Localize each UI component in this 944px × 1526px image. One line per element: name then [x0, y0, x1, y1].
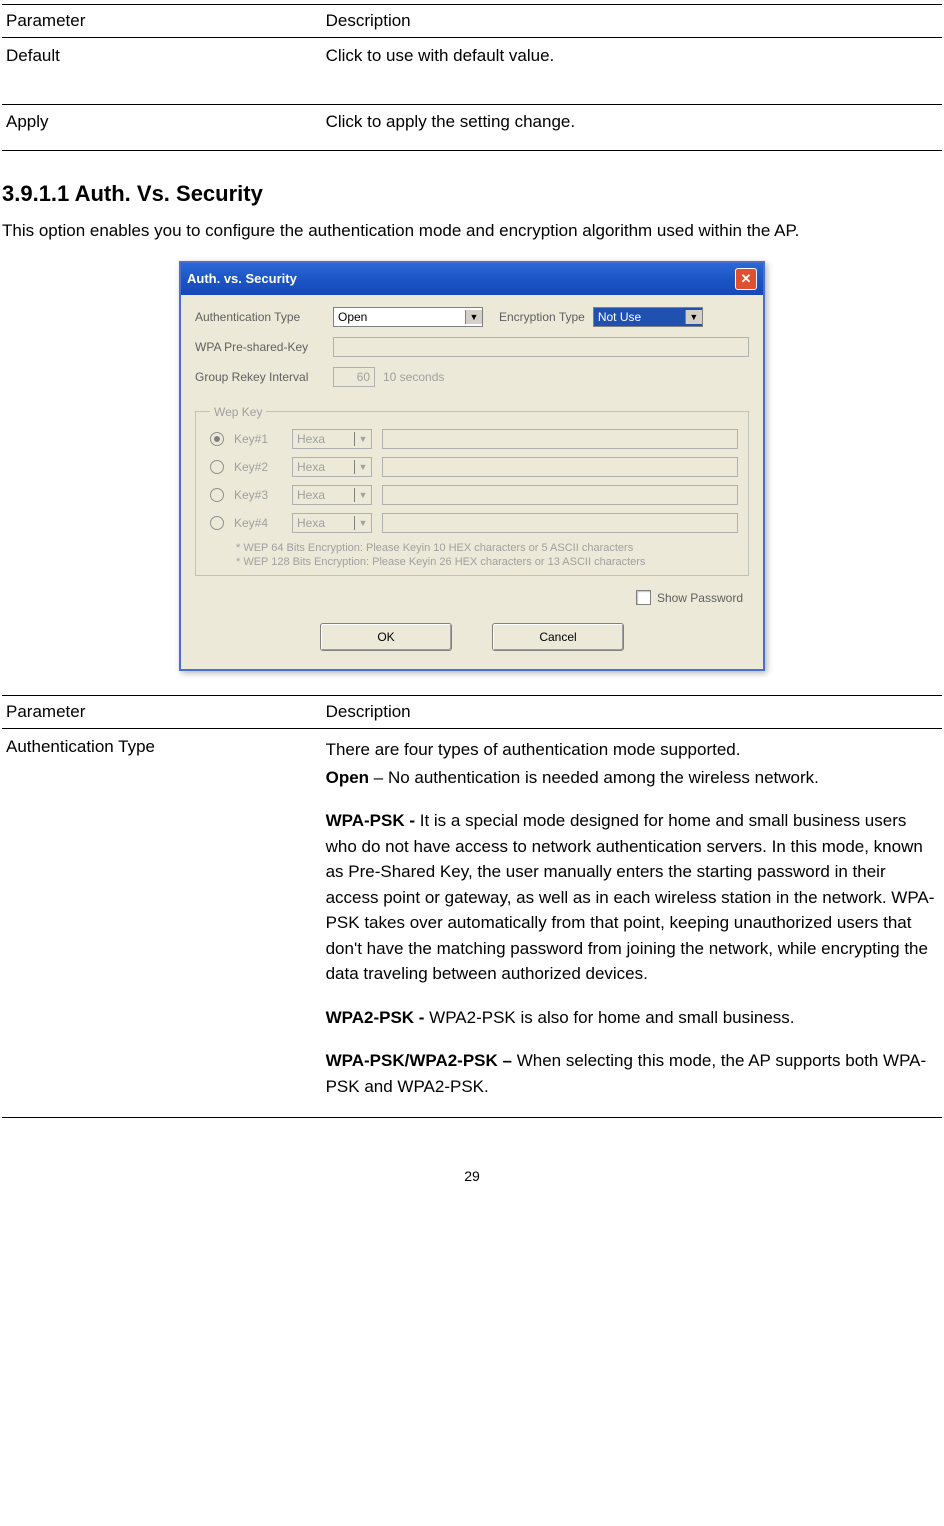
- chevron-down-icon: ▼: [354, 516, 371, 530]
- param-table-1b: Apply Click to apply the setting change.: [2, 104, 942, 151]
- psk-input[interactable]: [333, 337, 749, 357]
- table1-r1-c2: Click to apply the setting change.: [322, 104, 942, 151]
- wep-key-3[interactable]: [382, 485, 738, 505]
- auth-security-dialog: Auth. vs. Security ✕ Authentication Type…: [179, 261, 765, 672]
- chevron-down-icon: ▼: [354, 460, 371, 474]
- wep-format-4[interactable]: Hexa▼: [292, 513, 372, 533]
- wep-note-2: * WEP 128 Bits Encryption: Please Keyin …: [236, 555, 738, 569]
- close-icon[interactable]: ✕: [735, 268, 757, 290]
- table1-r0-c1: Default: [2, 38, 322, 105]
- wep-format-1[interactable]: Hexa▼: [292, 429, 372, 449]
- wep-key-4[interactable]: [382, 513, 738, 533]
- chevron-down-icon: ▼: [685, 310, 702, 324]
- wep-legend: Wep Key: [210, 405, 266, 419]
- gri-input[interactable]: 60: [333, 367, 375, 387]
- section-intro: This option enables you to configure the…: [2, 219, 942, 243]
- wep-row: Key#1 Hexa▼: [210, 429, 738, 449]
- auth-desc-both: WPA-PSK/WPA2-PSK – When selecting this m…: [326, 1048, 938, 1099]
- gri-label: Group Rekey Interval: [195, 370, 325, 384]
- wep-radio-3[interactable]: [210, 488, 224, 502]
- table-row: Authentication Type There are four types…: [2, 729, 942, 1118]
- wep-row: Key#4 Hexa▼: [210, 513, 738, 533]
- table2-r0-c2: There are four types of authentication m…: [322, 729, 942, 1118]
- auth-type-label: Authentication Type: [195, 310, 325, 324]
- wep-row: Key#3 Hexa▼: [210, 485, 738, 505]
- ok-button[interactable]: OK: [320, 623, 452, 651]
- auth-type-combo[interactable]: Open ▼: [333, 307, 483, 327]
- chevron-down-icon: ▼: [465, 310, 482, 324]
- auth-desc-intro: There are four types of authentication m…: [326, 737, 938, 763]
- wep-radio-1[interactable]: [210, 432, 224, 446]
- show-password-label: Show Password: [657, 591, 743, 605]
- enc-type-label: Encryption Type: [499, 310, 585, 324]
- table2-r0-c1: Authentication Type: [2, 729, 322, 1118]
- wep-row: Key#2 Hexa▼: [210, 457, 738, 477]
- wep-radio-4[interactable]: [210, 516, 224, 530]
- table1-h2: Description: [322, 5, 942, 38]
- param-table-1: Parameter Description Default Click to u…: [2, 4, 942, 105]
- auth-desc-wpa2: WPA2-PSK - WPA2-PSK is also for home and…: [326, 1005, 938, 1031]
- table1-r0-c2: Click to use with default value.: [322, 38, 942, 105]
- show-password-checkbox[interactable]: [636, 590, 651, 605]
- chevron-down-icon: ▼: [354, 432, 371, 446]
- dialog-title: Auth. vs. Security: [187, 271, 297, 286]
- cancel-button[interactable]: Cancel: [492, 623, 624, 651]
- auth-desc-wpa: WPA-PSK - It is a special mode designed …: [326, 808, 938, 987]
- page-number: 29: [2, 1168, 942, 1184]
- psk-label: WPA Pre-shared-Key: [195, 340, 325, 354]
- table2-h2: Description: [322, 696, 942, 729]
- table-row: Default Click to use with default value.: [2, 38, 942, 105]
- wep-format-2[interactable]: Hexa▼: [292, 457, 372, 477]
- auth-desc-open: Open – No authentication is needed among…: [326, 765, 938, 791]
- section-heading: 3.9.1.1 Auth. Vs. Security: [2, 181, 942, 207]
- table-row: Apply Click to apply the setting change.: [2, 104, 942, 151]
- param-table-2: Parameter Description Authentication Typ…: [2, 695, 942, 1118]
- wep-key-2[interactable]: [382, 457, 738, 477]
- wep-key-1[interactable]: [382, 429, 738, 449]
- table1-r1-c1: Apply: [2, 104, 322, 151]
- table1-h1: Parameter: [2, 5, 322, 38]
- wep-format-3[interactable]: Hexa▼: [292, 485, 372, 505]
- gri-unit: 10 seconds: [383, 370, 444, 384]
- enc-type-combo[interactable]: Not Use ▼: [593, 307, 703, 327]
- wep-key-group: Wep Key Key#1 Hexa▼ Key#2 Hexa▼ Key#3 He: [195, 405, 749, 577]
- titlebar: Auth. vs. Security ✕: [181, 263, 763, 295]
- chevron-down-icon: ▼: [354, 488, 371, 502]
- table2-h1: Parameter: [2, 696, 322, 729]
- wep-radio-2[interactable]: [210, 460, 224, 474]
- wep-note-1: * WEP 64 Bits Encryption: Please Keyin 1…: [236, 541, 738, 555]
